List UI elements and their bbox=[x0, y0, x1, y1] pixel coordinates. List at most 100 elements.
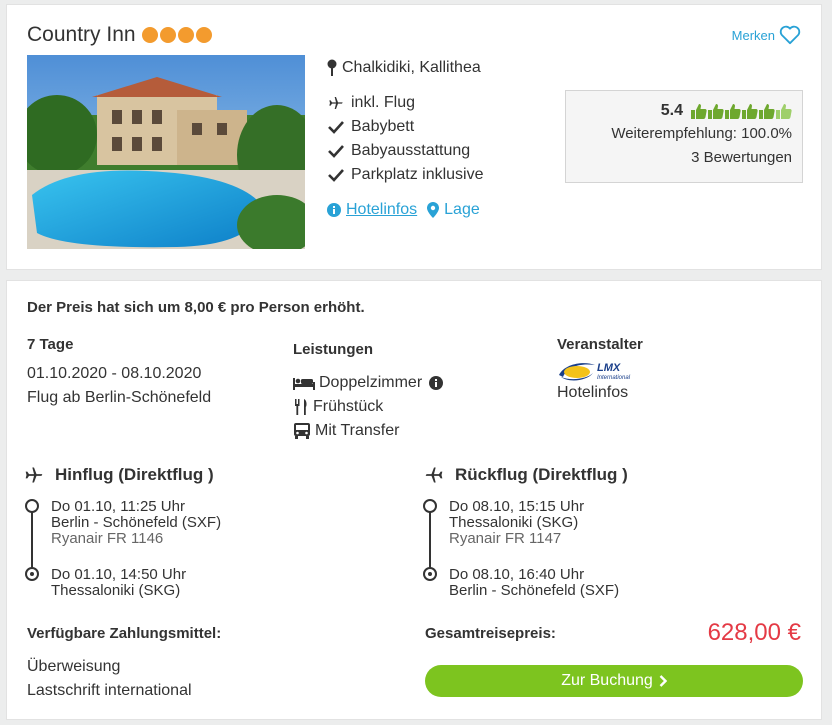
star-icon bbox=[195, 27, 212, 43]
inbound-arrival: Do 08.10, 16:40 Uhr Berlin - Schönefeld … bbox=[449, 567, 619, 599]
leistung-item: Doppelzimmer bbox=[293, 371, 444, 395]
payment-title: Verfügbare Zahlungsmittel: bbox=[27, 625, 222, 642]
outbound-departure: Do 01.10, 11:25 Uhr Berlin - Schönefeld … bbox=[51, 499, 221, 547]
total-price: 628,00 € bbox=[707, 619, 801, 646]
total-label: Gesamtreisepreis: bbox=[425, 625, 556, 642]
map-marker-icon bbox=[427, 202, 440, 218]
leistung-label: Frühstück bbox=[313, 398, 384, 415]
location: Chalkidiki, Kallithea bbox=[327, 59, 481, 77]
departure-airport-name: Berlin - Schönefeld (SXF) bbox=[51, 514, 222, 531]
duration: 7 Tage bbox=[27, 336, 74, 353]
star-icon bbox=[159, 27, 176, 43]
arrival-dot-icon bbox=[423, 567, 437, 581]
star-rating bbox=[141, 27, 212, 43]
info-icon bbox=[327, 203, 341, 217]
airline: Ryanair FR 1146 bbox=[51, 530, 164, 547]
veranstalter-title: Veranstalter bbox=[557, 336, 643, 353]
hotelinfos-link[interactable]: Hotelinfos bbox=[327, 201, 417, 219]
hotel-name[interactable]: Country Inn bbox=[27, 23, 136, 47]
hotel-title[interactable]: Country Inn bbox=[27, 23, 212, 47]
thumbs-up-icon bbox=[725, 104, 741, 119]
chevron-right-icon bbox=[659, 675, 667, 687]
merken-button[interactable]: Merken bbox=[732, 25, 801, 45]
thumbs-up-icon bbox=[708, 104, 724, 119]
outbound-arrival: Do 01.10, 14:50 Uhr Thessaloniki (SKG) bbox=[51, 567, 186, 599]
leistung-item: Frühstück bbox=[293, 395, 443, 419]
check-icon bbox=[327, 120, 345, 134]
feature-label: Parkplatz inklusive bbox=[351, 166, 484, 183]
location-text: Chalkidiki, Kallithea bbox=[342, 59, 481, 76]
departure-airport-name: Thessaloniki (SKG) bbox=[449, 514, 579, 531]
inbound-departure: Do 08.10, 15:15 Uhr Thessaloniki (SKG) R… bbox=[449, 499, 584, 547]
veranstalter-hotelinfos-link[interactable]: Hotelinfos bbox=[557, 384, 628, 402]
feature-label: Babyausstattung bbox=[351, 142, 471, 159]
payment-method: Lastschrift international bbox=[27, 682, 192, 699]
leistung-label: Mit Transfer bbox=[315, 422, 400, 439]
plane-icon bbox=[327, 95, 345, 111]
departure-dot-icon bbox=[423, 499, 437, 513]
cutlery-icon bbox=[295, 399, 307, 415]
bus-icon bbox=[294, 423, 310, 439]
feature-item: Babybett bbox=[327, 115, 484, 139]
outbound-timeline: Do 01.10, 11:25 Uhr Berlin - Schönefeld … bbox=[25, 499, 405, 599]
recommendation-text: Weiterempfehlung: 100.0% bbox=[611, 125, 792, 142]
hotelinfos-label: Hotelinfos bbox=[346, 201, 418, 218]
reviews-count: 3 Bewertungen bbox=[691, 149, 792, 166]
arrival-time: Do 08.10, 16:40 Uhr bbox=[449, 566, 585, 583]
leistung-label: Doppelzimmer bbox=[319, 374, 423, 391]
lage-link[interactable]: Lage bbox=[427, 201, 480, 219]
payment-methods: Überweisung Lastschrift international bbox=[27, 655, 192, 703]
plane-icon bbox=[25, 467, 43, 483]
info-icon[interactable] bbox=[429, 376, 444, 390]
thumbs-up-icon bbox=[776, 104, 792, 119]
thumbs-up-icon bbox=[742, 104, 758, 119]
outbound-header: Hinflug (Direktflug ) bbox=[23, 465, 214, 485]
feature-item: inkl. Flug bbox=[327, 91, 484, 115]
star-icon bbox=[141, 27, 158, 43]
arrival-time: Do 01.10, 14:50 Uhr bbox=[51, 566, 187, 583]
rating-score: 5.4 bbox=[660, 102, 683, 119]
bed-icon bbox=[293, 378, 315, 390]
offer-card: Der Preis hat sich um 8,00 € pro Person … bbox=[6, 280, 822, 720]
departure-time: Do 01.10, 11:25 Uhr bbox=[51, 498, 185, 515]
check-icon bbox=[327, 168, 345, 182]
hotel-card: Country Inn Merken Chalkidiki, Kallithea… bbox=[6, 4, 822, 270]
arrival-dot-icon bbox=[25, 567, 39, 581]
price-change-notice: Der Preis hat sich um 8,00 € pro Person … bbox=[27, 299, 365, 316]
departure-airport: Flug ab Berlin-Schönefeld bbox=[27, 389, 212, 406]
thumbs-rating bbox=[691, 103, 792, 119]
leistungen-list: Doppelzimmer Frühstück Mit Transfer bbox=[293, 371, 444, 443]
merken-label: Merken bbox=[731, 27, 775, 43]
leistungen-title: Leistungen bbox=[293, 341, 374, 358]
check-icon bbox=[327, 144, 345, 158]
plane-icon bbox=[425, 467, 443, 483]
booking-button-label: Zur Buchung bbox=[561, 672, 653, 689]
payment-method: Überweisung bbox=[27, 658, 121, 675]
feature-label: Babybett bbox=[351, 118, 415, 135]
booking-button[interactable]: Zur Buchung bbox=[425, 665, 803, 697]
feature-label: inkl. Flug bbox=[351, 94, 416, 111]
heart-icon bbox=[779, 25, 801, 45]
inbound-timeline: Do 08.10, 15:15 Uhr Thessaloniki (SKG) R… bbox=[423, 499, 803, 599]
arrival-airport-name: Berlin - Schönefeld (SXF) bbox=[449, 582, 620, 599]
airline: Ryanair FR 1147 bbox=[449, 530, 562, 547]
lage-label: Lage bbox=[444, 201, 480, 218]
svg-text:International: International bbox=[597, 375, 631, 381]
departure-dot-icon bbox=[25, 499, 39, 513]
hotel-links: Hotelinfos Lage bbox=[327, 201, 480, 219]
inbound-header: Rückflug (Direktflug ) bbox=[423, 465, 628, 485]
pin-icon bbox=[327, 59, 337, 76]
star-icon bbox=[177, 27, 194, 43]
inbound-title: Rückflug (Direktflug ) bbox=[455, 465, 628, 484]
travel-dates: 01.10.2020 - 08.10.2020 bbox=[27, 365, 202, 382]
feature-item: Babyausstattung bbox=[327, 139, 484, 163]
feature-list: inkl. Flug Babybett Babyausstattung Park… bbox=[327, 91, 484, 187]
arrival-airport-name: Thessaloniki (SKG) bbox=[51, 582, 181, 599]
hotel-image[interactable] bbox=[27, 55, 305, 249]
feature-item: Parkplatz inklusive bbox=[327, 163, 484, 187]
outbound-title: Hinflug (Direktflug ) bbox=[55, 465, 214, 484]
departure-time: Do 08.10, 15:15 Uhr bbox=[449, 498, 585, 515]
thumbs-up-icon bbox=[759, 104, 775, 119]
rating-box[interactable]: 5.4 Weiterempfehlung: 100.0% 3 Bewertung… bbox=[565, 90, 803, 183]
svg-text:LMX: LMX bbox=[597, 362, 621, 374]
